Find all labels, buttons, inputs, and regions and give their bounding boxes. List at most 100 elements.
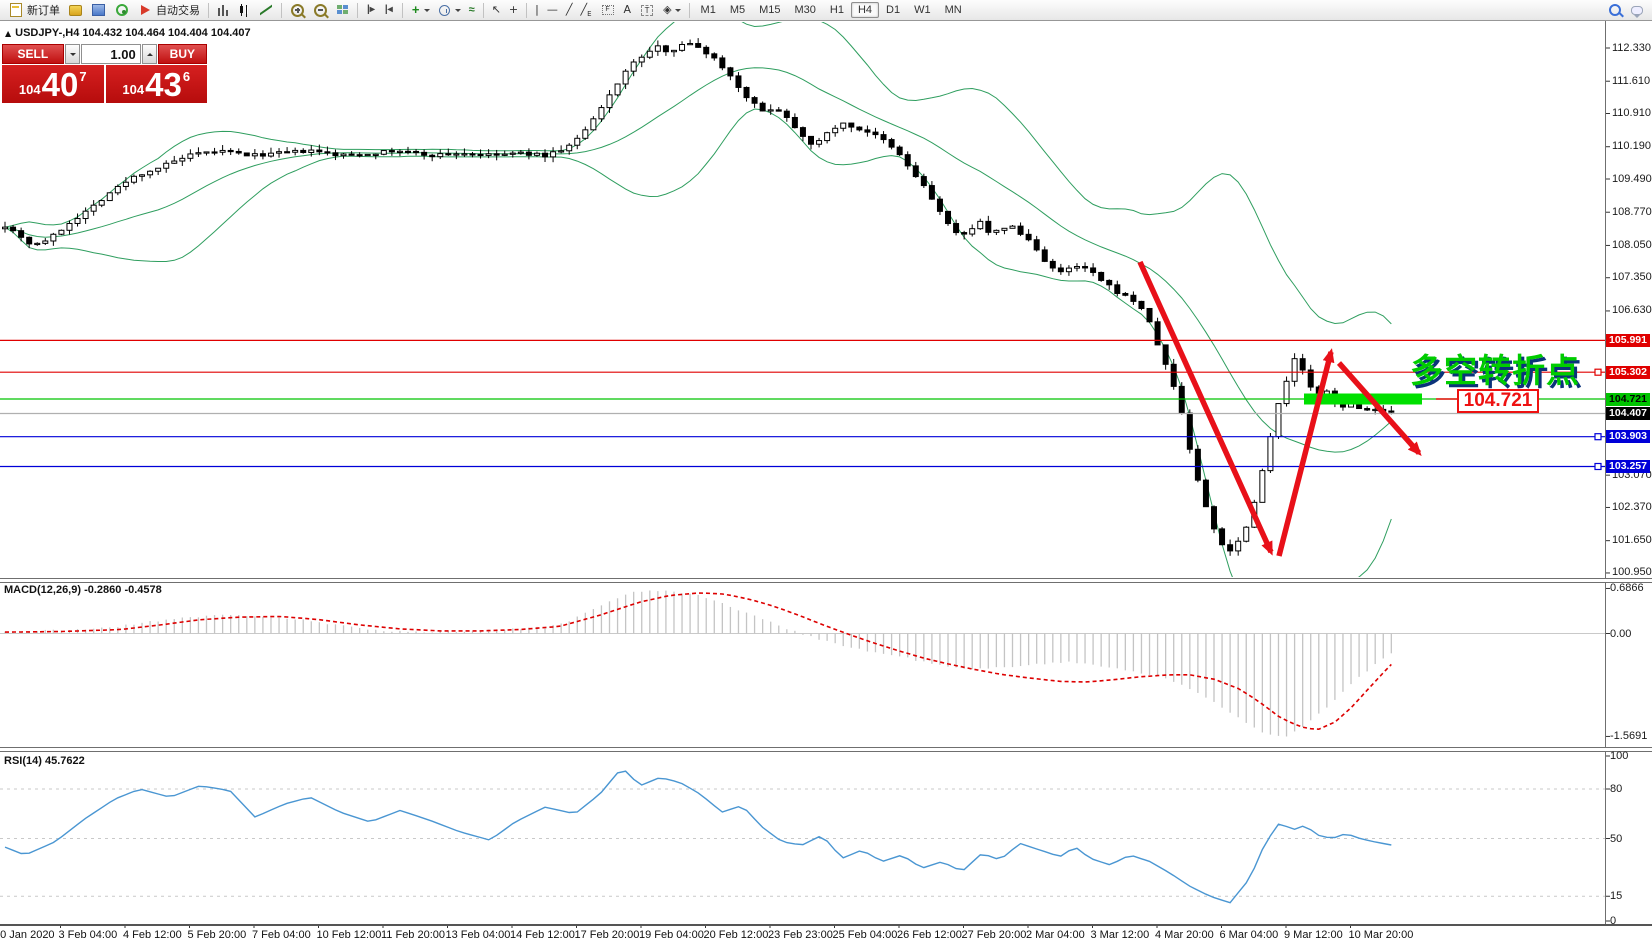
text-button[interactable]: A [620, 0, 636, 20]
pane-separator[interactable] [0, 747, 1652, 752]
buy-price-pips: 43 [145, 70, 182, 100]
price-callout-box[interactable]: 104.721 [1457, 389, 1539, 413]
cursor-icon: ↖ [492, 3, 501, 17]
search-icon [1609, 4, 1621, 16]
collapse-panel-icon[interactable]: ▲ [5, 29, 11, 38]
vertical-line-button[interactable]: | [531, 0, 543, 20]
timeframe-toolbar: M1M5M15M30H1H4D1W1MN [694, 2, 969, 18]
bar-chart-icon [218, 5, 229, 16]
volume-increase-button[interactable] [142, 44, 157, 64]
time-axis-label: 10 Mar 20:00 [1349, 929, 1414, 941]
price-tick-label: 110.910 [1612, 107, 1651, 119]
rsi-value: 45.7622 [45, 755, 85, 767]
macd-axis-label: 0.00 [1610, 628, 1631, 640]
toolbar-separator [526, 3, 527, 18]
price-tick-label: 108.050 [1612, 239, 1652, 251]
time-axis-label: 19 Feb 04:00 [639, 929, 704, 941]
equidistant-channel-button[interactable]: ╱E [576, 0, 595, 20]
time-axis-label: 26 Feb 12:00 [897, 929, 962, 941]
auto-scroll-button[interactable]: |◂ [380, 0, 398, 20]
time-axis-label: 11 Feb 20:00 [381, 929, 445, 941]
time-axis-label: 3 Feb 04:00 [59, 929, 118, 941]
autotrading-button[interactable]: 自动交易 [134, 0, 204, 20]
line-chart-button[interactable] [255, 0, 277, 20]
sell-price-button[interactable]: 104407 [2, 65, 104, 103]
timeframe-button-m30[interactable]: M30 [788, 2, 823, 18]
chart-canvas[interactable] [0, 0, 1652, 943]
arrows-button[interactable]: ◈ [659, 0, 684, 20]
chat-button[interactable] [1626, 0, 1648, 20]
horizontal-line-icon: — [547, 3, 558, 17]
sell-price-point: 7 [79, 69, 86, 84]
crosshair-icon: + [509, 3, 518, 17]
timeframe-button-h1[interactable]: H1 [823, 2, 851, 18]
cursor-button[interactable]: ↖ [488, 0, 505, 20]
text-icon: A [624, 3, 632, 17]
text-label-button[interactable]: T [635, 0, 659, 20]
crosshair-button[interactable]: + [505, 0, 522, 20]
sell-button[interactable]: SELL [2, 44, 64, 64]
zoom-in-button[interactable] [286, 0, 309, 20]
timeframe-button-d1[interactable]: D1 [879, 2, 907, 18]
macd-label: MACD(12,26,9) -0.2860 -0.4578 [4, 584, 162, 596]
sell-price-figure: 104 [19, 82, 41, 97]
toolbar-separator [208, 3, 209, 18]
vertical-line-icon: | [535, 3, 539, 17]
timeframe-button-m5[interactable]: M5 [723, 2, 752, 18]
market-watch-button[interactable] [64, 0, 87, 20]
mt4-terminal: { "toolbar": { "new_order_label": "新订单",… [0, 0, 1652, 943]
navigator-button[interactable] [110, 0, 134, 20]
equidistant-channel-icon: ╱E [580, 3, 591, 17]
indicators-button[interactable]: ≈ [465, 0, 479, 20]
time-axis-label: 17 Feb 20:00 [575, 929, 640, 941]
macd-axis-label: -1.5691 [1610, 730, 1647, 742]
buy-price-point: 6 [183, 69, 190, 84]
timeframe-button-m1[interactable]: M1 [694, 2, 723, 18]
zoom-in-icon [291, 4, 304, 17]
search-button[interactable] [1604, 0, 1626, 20]
zoom-out-icon [314, 4, 327, 17]
data-window-button[interactable] [87, 0, 110, 20]
period-button[interactable] [434, 0, 465, 20]
toolbar: 新订单 自动交易 |▸ |◂ + ≈ ↖ + | — ╱ ╱E F A T ◈ … [0, 0, 1652, 21]
one-click-trading-panel: SELL BUY 104407 104436 [2, 44, 207, 103]
timeframe-button-mn[interactable]: MN [938, 2, 969, 18]
pane-separator[interactable] [0, 578, 1652, 583]
time-axis-label: 13 Feb 04:00 [446, 929, 511, 941]
trendline-icon: ╱ [566, 3, 573, 17]
time-axis-label: 23 Feb 23:00 [768, 929, 833, 941]
timeframe-button-h4[interactable]: H4 [851, 2, 879, 18]
time-axis-label: 5 Feb 20:00 [188, 929, 247, 941]
price-tick-label: 112.330 [1612, 42, 1651, 54]
price-tick-label: 102.370 [1612, 501, 1652, 513]
time-axis-label: 10 Feb 12:00 [317, 929, 382, 941]
macd-axis-label: 0.6866 [1610, 582, 1644, 594]
auto-scroll-icon: |◂ [384, 3, 394, 17]
new-order-button[interactable]: 新订单 [4, 0, 64, 20]
data-window-icon [92, 4, 105, 16]
chart-shift-button[interactable]: |▸ [362, 0, 380, 20]
bar-chart-button[interactable] [213, 0, 234, 20]
rsi-axis-label: 100 [1610, 750, 1628, 762]
volume-input[interactable] [81, 44, 141, 64]
buy-button[interactable]: BUY [158, 44, 207, 64]
price-tick-label: 108.770 [1612, 206, 1652, 218]
volume-decrease-button[interactable] [65, 44, 80, 64]
symbol-ohlc-text: USDJPY-,H4 104.432 104.464 104.404 104.4… [15, 27, 250, 39]
price-level-badge: 103.257 [1606, 460, 1650, 473]
time-axis-label: 7 Feb 04:00 [252, 929, 311, 941]
trendline-button[interactable]: ╱ [562, 0, 577, 20]
timeframe-button-m15[interactable]: M15 [752, 2, 787, 18]
period-clock-icon [439, 5, 450, 16]
tile-windows-button[interactable] [332, 0, 353, 20]
turning-point-annotation[interactable]: 多空转折点 [1410, 344, 1580, 392]
new-chart-button[interactable]: + [407, 0, 434, 20]
buy-price-button[interactable]: 104436 [106, 65, 208, 103]
candlestick-chart-icon [239, 4, 250, 16]
fibonacci-button[interactable]: F [596, 0, 620, 20]
horizontal-line-button[interactable]: — [543, 0, 562, 20]
candlestick-chart-button[interactable] [234, 0, 255, 20]
time-axis-label: 27 Feb 20:00 [962, 929, 1027, 941]
timeframe-button-w1[interactable]: W1 [907, 2, 938, 18]
zoom-out-button[interactable] [309, 0, 332, 20]
